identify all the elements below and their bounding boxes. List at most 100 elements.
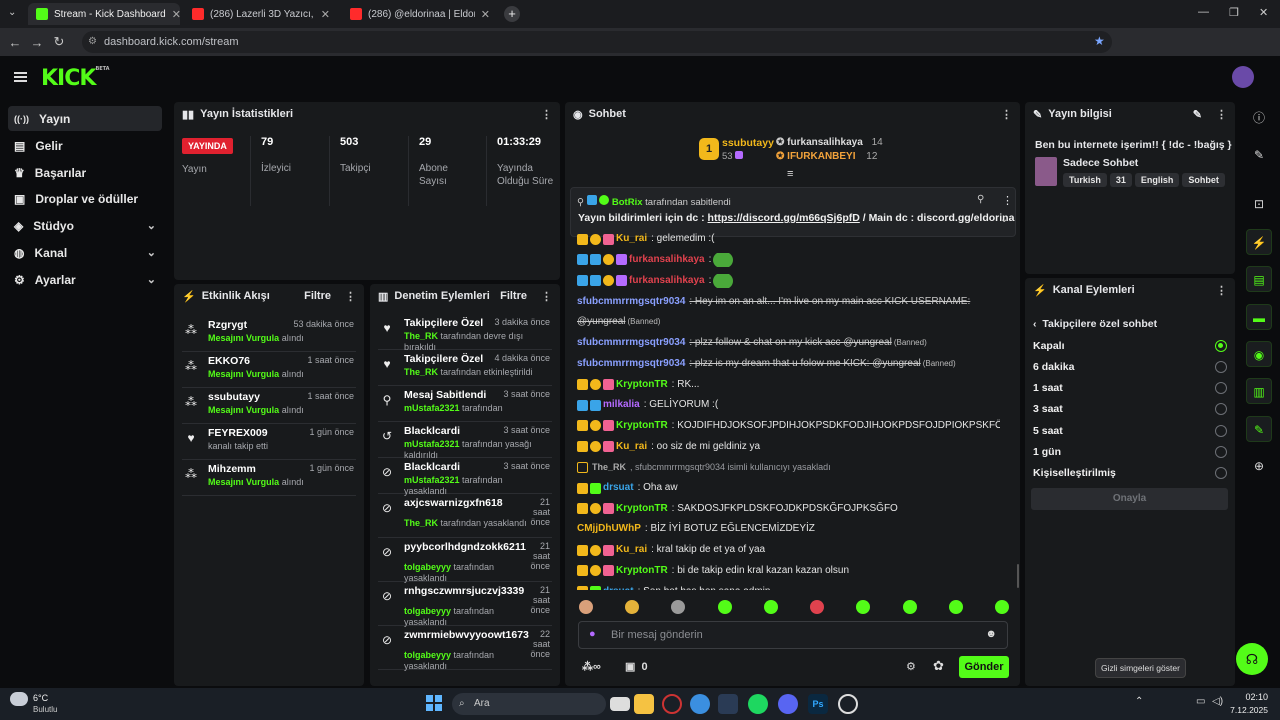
- url-field[interactable]: ⚙ dashboard.kick.com/stream: [82, 31, 1112, 53]
- moderation-item[interactable]: ⊘ zwmrmiebwvyyoowt1673 tolgabeyyy tarafınd…: [378, 626, 552, 671]
- moderation-item[interactable]: ⊘ rnhgsczwmrsjuczvj3339 tolgabeyyy tarafın…: [378, 582, 552, 627]
- chat-message[interactable]: Ku_rai: kral takip de et ya of yaa: [577, 543, 1000, 557]
- sidebar-item-yayin[interactable]: ((·)) Yayın: [8, 106, 162, 131]
- network-icon[interactable]: ▭: [1196, 696, 1205, 707]
- activity-item[interactable]: ⁂ Rzgrygt Mesajını Vurgula alındı 53 dakika…: [182, 316, 356, 352]
- windows-start-icon[interactable]: [426, 695, 442, 711]
- emote-icon[interactable]: [810, 600, 825, 614]
- moderation-item[interactable]: ↺ Blacklcardi mUstafa2321 tarafından yasağ…: [378, 422, 552, 460]
- maximize-icon[interactable]: ❐: [1229, 6, 1239, 19]
- quick-action-note-icon[interactable]: ▤: [1246, 266, 1272, 292]
- quick-action-bolt-icon[interactable]: ⚡: [1246, 229, 1272, 255]
- chat-username[interactable]: sfubcmmrrmgsqtr9034: [577, 357, 685, 371]
- quick-action-chat-icon[interactable]: ▬: [1246, 304, 1272, 330]
- clock-time[interactable]: 02:10: [1232, 692, 1268, 702]
- emoji-icon[interactable]: ☻: [985, 628, 997, 640]
- duration-option[interactable]: 5 saat: [1033, 420, 1227, 441]
- duration-option[interactable]: 6 dakika: [1033, 356, 1227, 377]
- clock-date[interactable]: 7.12.2025: [1222, 705, 1268, 715]
- chat-message[interactable]: furkansalihkaya:: [577, 252, 1000, 267]
- add-icon[interactable]: ⊕: [1246, 453, 1272, 479]
- radio-button[interactable]: [1215, 360, 1227, 373]
- close-icon[interactable]: ✕: [481, 8, 490, 21]
- taskbar-search[interactable]: ⌕ Ara: [452, 693, 606, 715]
- leaderboard-entry-3[interactable]: ✪ IFURKANBEYI 12: [776, 151, 877, 162]
- duration-option[interactable]: 3 saat: [1033, 399, 1227, 420]
- sidebar-item-droplar[interactable]: ▣ Droplar ve ödüller: [8, 186, 162, 211]
- chat-message[interactable]: KryptonTR: bi de takip edin kral kazan k…: [577, 564, 1000, 578]
- chat-username[interactable]: sfubcmmrrmgsqtr9034: [577, 295, 685, 309]
- category-name[interactable]: Sadece Sohbet: [1063, 157, 1138, 169]
- chat-username[interactable]: drsuat: [603, 585, 634, 591]
- radio-button[interactable]: [1215, 467, 1227, 480]
- leaderboard-name[interactable]: ssubutayy: [722, 137, 774, 149]
- more-options-icon[interactable]: ⋮: [1002, 194, 1013, 207]
- back-icon[interactable]: ←: [4, 35, 26, 50]
- filter-button[interactable]: Filtre: [500, 290, 527, 302]
- tab-kick-dashboard[interactable]: Stream - Kick Dashboard ✕: [28, 3, 180, 25]
- microphone-icon[interactable]: ●: [589, 628, 596, 640]
- chevron-down-icon[interactable]: ⌄: [1000, 214, 1008, 225]
- emote-icon[interactable]: [763, 600, 778, 614]
- chat-message[interactable]: sfubcmmrrmgsqtr9034: plzz is my dream th…: [577, 357, 1000, 371]
- chat-username[interactable]: Ku_rai: [616, 440, 647, 454]
- discord-icon[interactable]: [778, 694, 798, 714]
- more-options-icon[interactable]: ⋮: [1216, 284, 1227, 297]
- duration-option[interactable]: 1 saat: [1033, 378, 1227, 399]
- more-options-icon[interactable]: ⋮: [345, 290, 356, 303]
- obs-icon[interactable]: [838, 694, 858, 714]
- moderation-item[interactable]: ♥ Takipçilere Özel The_RK tarafından etkin…: [378, 350, 552, 386]
- chat-username[interactable]: KryptonTR: [616, 564, 668, 578]
- emote-icon[interactable]: [902, 600, 917, 614]
- hamburger-menu-icon[interactable]: [14, 72, 27, 82]
- moderation-item[interactable]: ♥ Takipçilere Özel The_RK tarafından devre…: [378, 314, 552, 352]
- pencil-icon[interactable]: ✎: [1246, 142, 1272, 168]
- chat-message[interactable]: drsuat: Oha aw: [577, 481, 1000, 495]
- chat-input[interactable]: ● Bir mesaj gönderin ☻: [578, 621, 1008, 649]
- chat-message[interactable]: Ku_rai: oo siz de mi geldiniz ya: [577, 440, 1000, 454]
- radio-button[interactable]: [1215, 382, 1227, 395]
- emote-icon[interactable]: [994, 600, 1009, 614]
- weather-cloud-icon[interactable]: [10, 692, 28, 706]
- chat-username[interactable]: milkalia: [603, 398, 640, 412]
- followers-only-back[interactable]: ‹ Takipçilere özel sohbet: [1033, 318, 1157, 330]
- emote-icon[interactable]: [948, 600, 963, 614]
- forward-icon[interactable]: →: [26, 35, 48, 50]
- new-tab-button[interactable]: +: [504, 6, 520, 22]
- taskbar-app-icon[interactable]: [662, 694, 682, 714]
- reload-icon[interactable]: ↻: [48, 34, 70, 50]
- duration-option[interactable]: Kapalı: [1033, 335, 1227, 356]
- chat-message[interactable]: drsuat: Sen bot bas ben sana admin: [577, 585, 1000, 591]
- duration-option[interactable]: Kişiselleştirilmiş: [1033, 463, 1227, 484]
- tab-youtube-1[interactable]: (286) Lazerli 3D Yazıcı, Ucuza Al... ✕: [184, 3, 338, 25]
- activity-item[interactable]: ⁂ Mihzemm Mesajını Vurgula alındı 1 gün önc…: [182, 460, 356, 496]
- tab-search-icon[interactable]: ⌄: [8, 7, 16, 18]
- chrome-icon[interactable]: [690, 694, 710, 714]
- system-message[interactable]: The_RK , sfubcmmrrmgsqtr9034 isimli kulla…: [577, 460, 1000, 474]
- file-explorer-icon[interactable]: [634, 694, 654, 714]
- quick-action-wrench-icon[interactable]: ✎: [1246, 416, 1272, 442]
- unpin-icon[interactable]: ⚲: [977, 194, 984, 205]
- info-icon[interactable]: ⓘ: [1246, 105, 1272, 131]
- activity-item[interactable]: ⁂ ssubutayy Mesajını Vurgula alındı 1 saat …: [182, 388, 356, 424]
- site-info-icon[interactable]: ⚙: [88, 31, 97, 53]
- minimize-icon[interactable]: —: [1198, 6, 1209, 18]
- emote-icon[interactable]: [856, 600, 871, 614]
- steam-icon[interactable]: [718, 694, 738, 714]
- emote-icon[interactable]: [625, 600, 640, 614]
- bookmark-star-icon[interactable]: ★: [1094, 34, 1105, 48]
- close-icon[interactable]: ✕: [172, 8, 180, 21]
- layout-icon[interactable]: ⊡: [1246, 191, 1272, 217]
- sidebar-item-ayarlar[interactable]: ⚙ Ayarlar ⌄: [8, 267, 162, 292]
- chat-message[interactable]: CMjjDhUWhP: BİZ İYİ BOTUZ EĞLENCEMİZDEYİ…: [577, 522, 1000, 536]
- chat-username[interactable]: drsuat: [603, 481, 634, 495]
- more-options-icon[interactable]: ⋮: [1216, 108, 1227, 121]
- spotify-icon[interactable]: [748, 694, 768, 714]
- more-options-icon[interactable]: ⋮: [1001, 108, 1012, 121]
- chat-username[interactable]: furkansalihkaya: [629, 253, 705, 267]
- send-button[interactable]: Gönder: [959, 656, 1009, 678]
- show-hidden-icons-chevron[interactable]: ⌃: [1135, 696, 1143, 707]
- chat-username[interactable]: Ku_rai: [616, 232, 647, 246]
- more-options-icon[interactable]: ⋮: [541, 290, 552, 303]
- users-infinity-icon[interactable]: ⁂∞: [582, 660, 601, 673]
